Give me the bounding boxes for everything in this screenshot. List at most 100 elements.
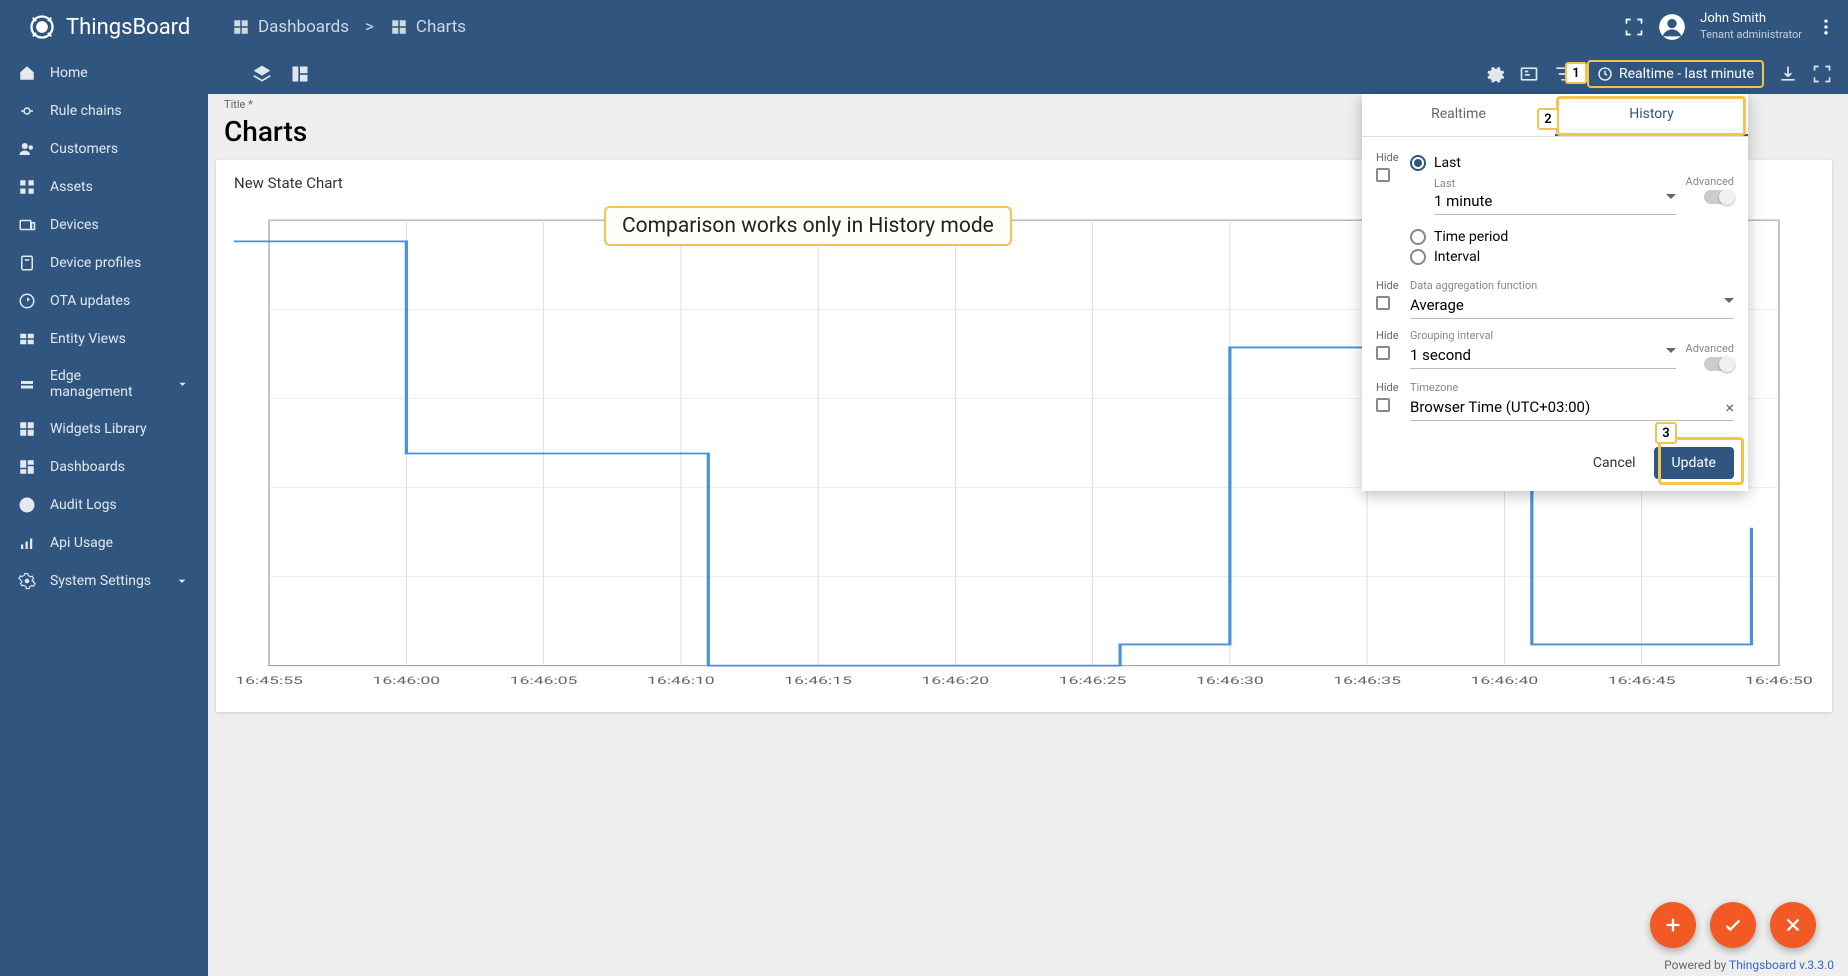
fullscreen-icon[interactable] — [1624, 17, 1644, 37]
hide-group-checkbox[interactable] — [1376, 346, 1390, 360]
radio-icon — [1410, 155, 1426, 171]
breadcrumb-dashboards[interactable]: Dashboards — [232, 17, 349, 37]
api-usage-icon — [18, 534, 36, 552]
update-button[interactable]: Update — [1654, 447, 1734, 479]
svg-text:16:46:05: 16:46:05 — [510, 675, 578, 687]
svg-text:16:46:10: 16:46:10 — [647, 675, 715, 687]
hide-last-checkbox[interactable] — [1376, 168, 1390, 182]
entity-alias-icon[interactable] — [1519, 64, 1539, 84]
header-right: John Smith Tenant administrator — [1624, 11, 1836, 42]
more-vert-icon[interactable] — [1816, 17, 1836, 37]
agg-label: Data aggregation function — [1410, 279, 1734, 292]
svg-text:16:46:50: 16:46:50 — [1745, 675, 1813, 687]
dropdown-icon — [1724, 298, 1734, 303]
callout-banner: Comparison works only in History mode — [604, 206, 1012, 246]
advanced-toggle-last[interactable] — [1704, 190, 1734, 204]
user-role: Tenant administrator — [1700, 28, 1802, 42]
sidebar-item-device-profiles[interactable]: Device profiles — [0, 244, 208, 282]
sidebar-item-customers[interactable]: Customers — [0, 130, 208, 168]
footer: Powered by Thingsboard v.3.3.0 — [1664, 958, 1834, 972]
fab-row — [1650, 902, 1816, 948]
sidebar-item-home[interactable]: Home — [0, 54, 208, 92]
dashboard-icon — [232, 18, 250, 36]
radio-last[interactable]: Last — [1410, 155, 1734, 171]
sidebar-item-system-settings[interactable]: System Settings — [0, 562, 208, 600]
sidebar-item-devices[interactable]: Devices — [0, 206, 208, 244]
sidebar-item-rule-chains[interactable]: Rule chains — [0, 92, 208, 130]
step-badge-1: 1 — [1565, 62, 1587, 84]
widgets-icon — [18, 420, 36, 438]
radio-interval[interactable]: Interval — [1410, 249, 1734, 265]
check-icon — [1722, 914, 1744, 936]
sidebar-item-edge-management[interactable]: Edge management — [0, 358, 208, 410]
dashboards-icon — [18, 458, 36, 476]
home-icon — [18, 64, 36, 82]
fab-cancel[interactable] — [1770, 902, 1816, 948]
breadcrumb-separator: > — [365, 17, 374, 37]
audit-icon — [18, 496, 36, 514]
time-window-button[interactable]: 1 Realtime - last minute — [1587, 60, 1764, 88]
group-label: Grouping interval — [1410, 329, 1734, 342]
sidebar: Home Rule chains Customers Assets Device… — [0, 54, 208, 976]
edge-icon — [18, 375, 36, 393]
last-value-select[interactable]: 1 minute — [1434, 190, 1676, 215]
group-select[interactable]: 1 second — [1410, 342, 1676, 369]
sidebar-item-widgets-library[interactable]: Widgets Library — [0, 410, 208, 448]
hide-agg-checkbox[interactable] — [1376, 296, 1390, 310]
dashboard-toolbar: 1 Realtime - last minute — [208, 54, 1848, 94]
sidebar-item-assets[interactable]: Assets — [0, 168, 208, 206]
gear-icon[interactable] — [1485, 64, 1505, 84]
agg-select[interactable]: Average — [1410, 292, 1734, 319]
customers-icon — [18, 140, 36, 158]
radio-icon — [1410, 229, 1426, 245]
chevron-down-icon — [174, 573, 190, 589]
time-window-popover: Realtime History 2 Hide Last Last 1 minu… — [1362, 94, 1748, 491]
popover-tabs: Realtime History 2 — [1362, 94, 1748, 137]
svg-text:16:46:20: 16:46:20 — [922, 675, 990, 687]
user-name: John Smith — [1700, 11, 1802, 28]
avatar-icon[interactable] — [1658, 13, 1686, 41]
advanced-label: Advanced — [1686, 175, 1734, 188]
layers-icon[interactable] — [252, 64, 272, 84]
sidebar-item-entity-views[interactable]: Entity Views — [0, 320, 208, 358]
clock-icon — [1597, 66, 1613, 82]
fab-add[interactable] — [1650, 902, 1696, 948]
footer-link[interactable]: Thingsboard v.3.3.0 — [1729, 958, 1834, 972]
dropdown-icon — [1666, 194, 1676, 199]
radio-icon — [1410, 249, 1426, 265]
expand-icon[interactable] — [1812, 64, 1832, 84]
ota-icon — [18, 292, 36, 310]
tab-history[interactable]: History — [1555, 94, 1748, 136]
tz-select[interactable]: Browser Time (UTC+03:00)× — [1410, 394, 1734, 421]
hide-label: Hide — [1376, 329, 1399, 342]
device-profiles-icon — [18, 254, 36, 272]
brand-logo-icon — [28, 13, 56, 41]
layout-icon[interactable] — [290, 64, 310, 84]
devices-icon — [18, 216, 36, 234]
popover-actions: Cancel Update 3 — [1362, 435, 1748, 491]
tz-label: Timezone — [1410, 381, 1734, 394]
svg-text:16:46:35: 16:46:35 — [1333, 675, 1401, 687]
popover-body: Hide Last Last 1 minute Advanced Time pe… — [1362, 137, 1748, 435]
logo-area: ThingsBoard — [0, 13, 208, 41]
rule-chains-icon — [18, 102, 36, 120]
close-icon — [1782, 914, 1804, 936]
export-icon[interactable] — [1778, 64, 1798, 84]
sidebar-item-audit-logs[interactable]: Audit Logs — [0, 486, 208, 524]
fab-apply[interactable] — [1710, 902, 1756, 948]
advanced-toggle-group[interactable] — [1704, 357, 1734, 371]
sidebar-item-dashboards[interactable]: Dashboards — [0, 448, 208, 486]
cancel-button[interactable]: Cancel — [1593, 455, 1636, 471]
sidebar-item-ota-updates[interactable]: OTA updates — [0, 282, 208, 320]
gear-icon — [18, 572, 36, 590]
clear-icon[interactable]: × — [1725, 398, 1734, 417]
user-info: John Smith Tenant administrator — [1700, 11, 1802, 42]
svg-text:16:45:55: 16:45:55 — [235, 675, 303, 687]
svg-text:16:46:45: 16:46:45 — [1608, 675, 1676, 687]
radio-time-period[interactable]: Time period — [1410, 229, 1734, 245]
last-sub-label: Last — [1434, 177, 1676, 190]
tab-realtime[interactable]: Realtime — [1362, 94, 1555, 136]
hide-tz-checkbox[interactable] — [1376, 398, 1390, 412]
hide-label: Hide — [1376, 151, 1399, 164]
sidebar-item-api-usage[interactable]: Api Usage — [0, 524, 208, 562]
